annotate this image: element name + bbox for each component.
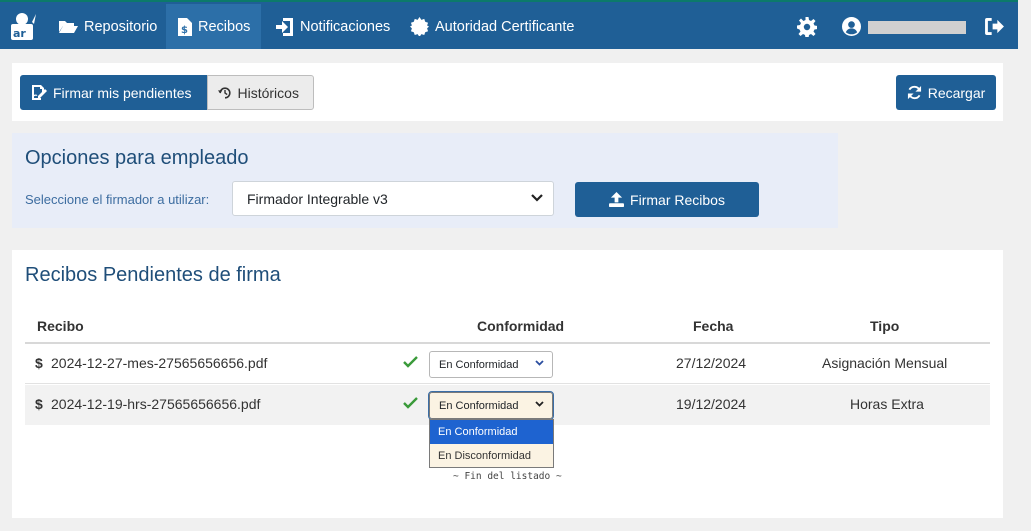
upload-icon xyxy=(609,192,625,207)
firmar-pendientes-button[interactable]: Firmar mis pendientes xyxy=(20,75,207,110)
nav-label-notificaciones: Notificaciones xyxy=(300,18,391,35)
recibo-filename[interactable]: 2024-12-27-mes-27565656656.pdf xyxy=(51,355,267,371)
conformidad-dropdown-list: En Conformidad En Disconformidad xyxy=(429,419,554,468)
nav-item-repositorio[interactable]: Repositorio xyxy=(48,4,167,49)
nav-label-recibos: Recibos xyxy=(198,18,251,35)
svg-text:$: $ xyxy=(181,25,188,36)
dollar-icon: $ xyxy=(35,396,43,412)
sign-in-icon xyxy=(276,17,293,36)
nav-label-repositorio: Repositorio xyxy=(84,18,158,35)
user-circle-icon xyxy=(842,17,861,36)
historicos-label: Históricos xyxy=(237,84,299,101)
column-header-fecha: Fecha xyxy=(693,318,734,334)
column-header-conformidad: Conformidad xyxy=(477,318,565,334)
conformidad-select[interactable]: En Conformidad xyxy=(429,351,553,378)
history-icon xyxy=(217,86,231,99)
fecha-value: 19/12/2024 xyxy=(676,396,747,412)
firmar-recibos-label: Firmar Recibos xyxy=(630,191,725,208)
sign-out-icon xyxy=(985,18,1004,35)
firmar-recibos-button[interactable]: Firmar Recibos xyxy=(575,182,759,217)
firmador-select[interactable]: Firmador Integrable v3 xyxy=(232,181,554,216)
conformidad-select[interactable]: En Conformidad xyxy=(428,391,554,420)
conformidad-value: En Conformidad xyxy=(439,358,519,371)
tipo-value: Horas Extra xyxy=(850,396,924,412)
column-header-tipo: Tipo xyxy=(870,318,900,334)
folder-open-icon xyxy=(59,21,78,33)
file-invoice-dollar-icon: $ xyxy=(178,17,192,36)
historicos-button[interactable]: Históricos xyxy=(206,75,314,110)
column-header-recibo: Recibo xyxy=(37,318,84,334)
recibos-title: Recibos Pendientes de firma xyxy=(25,264,281,286)
nav-item-autoridad-certificante[interactable]: Autoridad Certificante xyxy=(400,4,584,49)
signature-icon xyxy=(32,85,47,100)
firmador-selected-value: Firmador Integrable v3 xyxy=(247,190,388,207)
table-row: $ 2024-12-27-mes-27565656656.pdf En Conf… xyxy=(25,344,990,384)
toolbar-panel: Firmar mis pendientes Históricos Recarga… xyxy=(12,63,1003,121)
recargar-label: Recargar xyxy=(927,84,986,101)
firmador-label: Seleccione el firmador a utilizar: xyxy=(25,192,210,207)
svg-text:ar: ar xyxy=(13,27,26,40)
opciones-title: Opciones para empleado xyxy=(25,147,249,169)
firmar-pendientes-label: Firmar mis pendientes xyxy=(53,84,192,101)
nav-item-recibos[interactable]: $ Recibos xyxy=(166,4,261,49)
chevron-down-icon xyxy=(531,194,543,202)
settings-button[interactable] xyxy=(797,4,817,49)
user-name-redacted xyxy=(868,21,966,34)
nav-label-autoridad-certificante: Autoridad Certificante xyxy=(435,18,575,35)
logout-button[interactable] xyxy=(985,4,1004,49)
conformidad-value: En Conformidad xyxy=(439,399,519,412)
certificate-icon xyxy=(410,17,429,36)
refresh-icon xyxy=(907,85,921,100)
dollar-icon: $ xyxy=(35,355,43,371)
fecha-value: 27/12/2024 xyxy=(676,355,747,371)
tipo-value: Asignación Mensual xyxy=(822,355,948,371)
recibo-filename[interactable]: 2024-12-19-hrs-27565656656.pdf xyxy=(51,396,260,412)
opciones-empleado-panel: Opciones para empleado Seleccione el fir… xyxy=(12,133,838,228)
check-icon xyxy=(403,397,418,409)
user-menu[interactable] xyxy=(842,4,861,49)
check-icon xyxy=(403,356,418,368)
gear-icon xyxy=(797,16,817,37)
top-navbar: ar Repositorio $ Recibos Notificaciones … xyxy=(0,0,1018,49)
view-toggle-group: Firmar mis pendientes Históricos xyxy=(20,75,314,110)
chevron-down-icon xyxy=(535,401,544,407)
dropdown-option-en-disconformidad[interactable]: En Disconformidad xyxy=(430,444,553,468)
dropdown-option-en-conformidad[interactable]: En Conformidad xyxy=(430,420,553,444)
nav-item-notificaciones[interactable]: Notificaciones xyxy=(266,4,400,49)
recargar-button[interactable]: Recargar xyxy=(896,75,996,110)
app-logo-icon[interactable]: ar xyxy=(8,10,38,42)
fin-del-listado: ~ Fin del listado ~ xyxy=(453,471,562,482)
page-scrollbar[interactable] xyxy=(1018,0,1031,531)
chevron-down-icon xyxy=(535,360,544,366)
